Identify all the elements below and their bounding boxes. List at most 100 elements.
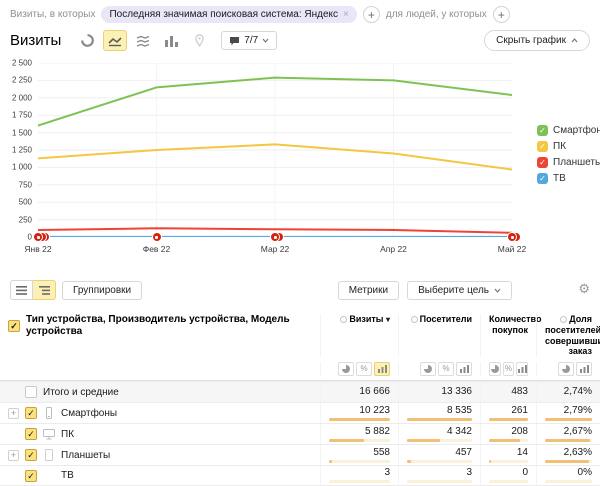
value-bar	[407, 439, 472, 442]
value-bar	[489, 439, 528, 442]
metric-value-cell: 2,67%	[536, 424, 600, 444]
display-mode-pie-button[interactable]	[420, 362, 436, 376]
x-axis-tick: Янв 22	[24, 244, 51, 254]
metric-value-cell: 3	[398, 466, 480, 485]
metric-value-cell: 457	[398, 445, 480, 465]
info-circle-icon[interactable]	[411, 316, 418, 323]
line-chart-icon[interactable]	[103, 30, 127, 51]
display-mode-bars-button[interactable]	[374, 362, 390, 376]
segment-chip-label: Последняя значимая поисковая система: Ян…	[109, 9, 338, 20]
legend-checkbox-icon[interactable]: ✓	[537, 141, 548, 152]
legend-label: ТВ	[553, 173, 566, 184]
info-circle-icon[interactable]	[560, 316, 567, 323]
chart-plot-area[interactable]	[38, 63, 512, 237]
display-mode-bars-button[interactable]	[576, 362, 592, 376]
row-label[interactable]: ТВ	[61, 470, 74, 481]
display-mode-pie-button[interactable]	[338, 362, 354, 376]
y-axis-tick: 0	[0, 233, 32, 242]
sort-desc-icon[interactable]: ▾	[386, 315, 390, 324]
column-header-визиты[interactable]: Визиты ▾	[320, 314, 398, 357]
chevron-up-icon	[571, 38, 578, 43]
map-icon[interactable]	[187, 30, 211, 51]
row-checkbox[interactable]: ✓	[25, 428, 37, 440]
groupings-button[interactable]: Группировки	[62, 281, 142, 300]
display-mode-group: %	[329, 362, 390, 376]
legend-item[interactable]: ✓ ПК	[537, 141, 600, 152]
annotation-marker-icon[interactable]	[270, 232, 280, 242]
totals-row: Итого и средние 16 66613 3364832,74%	[0, 381, 600, 402]
column-header-доля[interactable]: Доля посетителей, совершивших заказ	[536, 314, 600, 357]
table-row[interactable]: + ✓ Смартфоны 10 223 8 535 261	[0, 402, 600, 423]
annotation-marker-icon[interactable]	[507, 232, 517, 242]
row-checkbox[interactable]: ✓	[25, 449, 37, 461]
select-all-checkbox[interactable]: ✓	[8, 320, 20, 332]
row-checkbox[interactable]: ✓	[25, 470, 37, 482]
display-mode-bars-button[interactable]	[456, 362, 472, 376]
row-label[interactable]: ПК	[61, 429, 74, 440]
y-axis-tick: 250	[0, 215, 32, 224]
y-axis-tick: 2 000	[0, 93, 32, 102]
metric-value-cell: 261	[480, 403, 536, 423]
display-mode-percent-button[interactable]: %	[356, 362, 372, 376]
chevron-down-icon	[262, 38, 269, 43]
display-mode-percent-button[interactable]: %	[438, 362, 454, 376]
value-bar	[545, 418, 592, 421]
line-chart-svg	[38, 63, 512, 237]
expand-row-button[interactable]: +	[8, 408, 19, 419]
percent-mode-icon: %	[442, 365, 449, 373]
legend-item[interactable]: ✓ Смартфоны	[537, 125, 600, 136]
dimension-header-cell: ✓ Тип устройства, Производитель устройст…	[0, 314, 320, 338]
legend-checkbox-icon[interactable]: ✓	[537, 125, 548, 136]
add-people-condition-button[interactable]: +	[493, 6, 510, 23]
y-axis-tick: 1 750	[0, 111, 32, 120]
table-settings-gear-icon[interactable]: ⚙	[578, 282, 590, 295]
value-bar	[545, 460, 592, 463]
legend-checkbox-icon[interactable]: ✓	[537, 157, 548, 168]
column-header-количество[interactable]: Количество покупок	[480, 314, 536, 357]
column-display-mode-row: %%%	[0, 359, 600, 381]
y-axis-tick: 750	[0, 180, 32, 189]
display-mode-percent-button[interactable]: %	[503, 362, 515, 376]
goal-select-dropdown[interactable]: Выберите цель	[407, 281, 512, 300]
info-circle-icon[interactable]	[340, 316, 347, 323]
stacked-lines-icon[interactable]	[131, 30, 155, 51]
annotation-marker-icon[interactable]	[33, 232, 43, 242]
legend-checkbox-icon[interactable]: ✓	[537, 173, 548, 184]
display-mode-bars-button[interactable]	[516, 362, 528, 376]
value-bar	[407, 418, 472, 421]
row-checkbox[interactable]: ✓	[25, 407, 37, 419]
donut-chart-icon[interactable]	[75, 30, 99, 51]
table-row[interactable]: ✓ ТВ 3 3 0	[0, 465, 600, 486]
display-mode-pie-button[interactable]	[558, 362, 574, 376]
metric-value-cell: 208	[480, 424, 536, 444]
legend-item[interactable]: ✓ ТВ	[537, 173, 600, 184]
display-mode-pie-button[interactable]	[489, 362, 501, 376]
smartphone-icon	[43, 407, 55, 419]
row-label[interactable]: Смартфоны	[61, 408, 117, 419]
table-row[interactable]: ✓ ПК 5 882 4 342 208	[0, 423, 600, 444]
comments-dropdown[interactable]: 7/7	[221, 31, 277, 50]
table-header-row: ✓ Тип устройства, Производитель устройст…	[0, 309, 600, 359]
totals-checkbox[interactable]	[25, 386, 37, 398]
row-label[interactable]: Планшеты	[61, 450, 110, 461]
value-bar	[329, 439, 390, 442]
value-bar	[329, 418, 390, 421]
tree-view-icon[interactable]	[33, 280, 56, 300]
segment-chip[interactable]: Последняя значимая поисковая система: Ян…	[101, 6, 356, 23]
table-row[interactable]: + ✓ Планшеты 558 457 14	[0, 444, 600, 465]
legend-label: Планшеты	[553, 157, 600, 168]
add-visit-condition-button[interactable]: +	[363, 6, 380, 23]
column-header-посетители[interactable]: Посетители	[398, 314, 480, 357]
expand-row-button[interactable]: +	[8, 450, 19, 461]
goal-select-label: Выберите цель	[418, 285, 489, 296]
device-table: ✓ Тип устройства, Производитель устройст…	[0, 309, 600, 486]
y-axis-tick: 2 500	[0, 59, 32, 68]
columns-chart-icon[interactable]	[159, 30, 183, 51]
hide-chart-button[interactable]: Скрыть график	[484, 30, 590, 51]
flat-list-view-icon[interactable]	[10, 280, 33, 300]
metrics-button[interactable]: Метрики	[338, 281, 399, 300]
comments-count: 7/7	[244, 35, 258, 46]
annotation-marker-icon[interactable]	[152, 232, 162, 242]
legend-item[interactable]: ✓ Планшеты	[537, 157, 600, 168]
chip-close-icon[interactable]: ×	[343, 9, 349, 20]
